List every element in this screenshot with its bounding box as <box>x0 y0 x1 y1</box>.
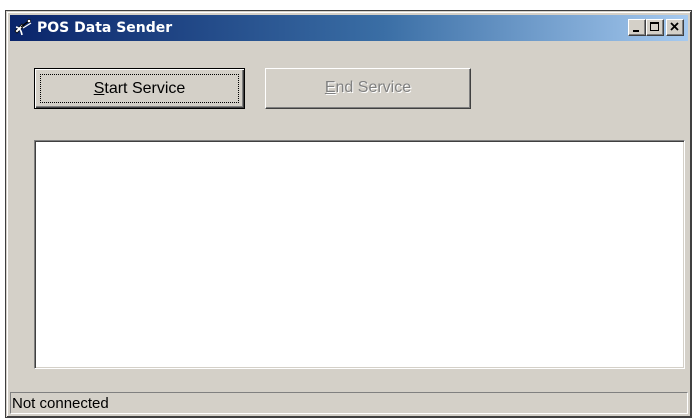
title-bar[interactable]: POS Data Sender <box>10 15 688 41</box>
status-text: Not connected <box>12 395 109 412</box>
start-service-label: tart Service <box>104 80 186 97</box>
app-window: POS Data Sender Start Service End Servic… <box>5 10 692 418</box>
window-title: POS Data Sender <box>37 20 173 36</box>
close-button[interactable] <box>666 19 684 36</box>
start-service-mnemonic: S <box>93 80 105 97</box>
minimize-button[interactable] <box>628 19 646 36</box>
maximize-icon <box>650 22 659 31</box>
minimize-icon <box>633 30 639 32</box>
end-service-label: nd Service <box>335 79 412 96</box>
close-icon <box>670 22 679 31</box>
log-listbox[interactable] <box>34 140 685 369</box>
end-service-button[interactable]: End Service <box>265 68 471 109</box>
satellite-dish-icon <box>13 18 33 38</box>
status-bar: Not connected <box>10 392 688 414</box>
maximize-button[interactable] <box>646 19 664 36</box>
start-service-button[interactable]: Start Service <box>34 68 245 109</box>
focus-rectangle: Start Service <box>40 74 239 103</box>
end-service-mnemonic: E <box>324 79 336 96</box>
